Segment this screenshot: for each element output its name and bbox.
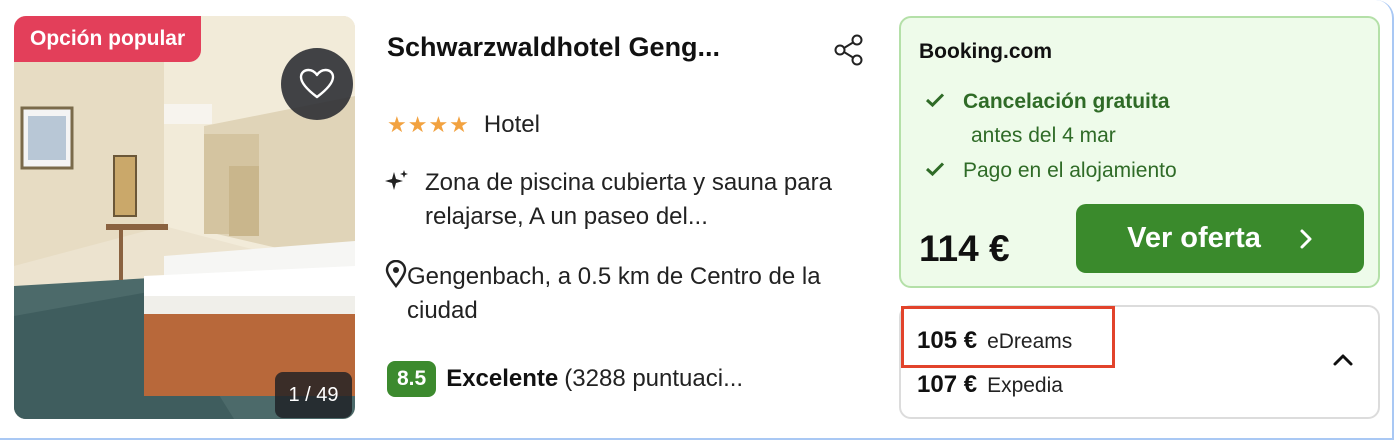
photo-counter: 1 / 49 (275, 372, 352, 418)
rating-score-badge: 8.5 (387, 361, 437, 397)
popular-badge: Opción popular (14, 16, 202, 62)
hotel-feature: Zona de piscina cubierta y sauna para re… (385, 166, 855, 234)
rating-count: (3288 puntuaci... (564, 365, 744, 392)
pay-at-property-perk: Pago en el alojamiento (925, 159, 1177, 183)
chevron-up-icon[interactable] (1330, 350, 1356, 370)
alt-offer-price: 107 € (917, 371, 978, 398)
hotel-type: Hotel (483, 111, 540, 138)
free-cancellation-perk: Cancelación gratuita (925, 90, 1170, 114)
perk-payment: Pago en el alojamiento (963, 159, 1177, 182)
favorite-button[interactable] (281, 48, 353, 120)
share-icon[interactable] (832, 33, 866, 67)
highlight-box (901, 306, 1115, 368)
heart-icon (299, 68, 335, 99)
offer-price: 114 € (919, 228, 1010, 269)
offer-provider: Booking.com (919, 40, 1053, 63)
perk-detail: antes del 4 mar (971, 124, 1116, 147)
checkmark-icon (925, 161, 945, 176)
hotel-photo[interactable]: Opción popular 1 / 49 (14, 16, 355, 419)
star-rating-icon: ★★★★ (387, 112, 470, 137)
location-text: Gengenbach, a 0.5 km de Centro de la ciu… (407, 263, 821, 324)
alt-offer-row[interactable]: 107 € Expedia (917, 371, 1063, 399)
guest-rating[interactable]: 8.5 Excelente (3288 puntuaci... (387, 361, 743, 397)
feature-text: Zona de piscina cubierta y sauna para re… (425, 169, 832, 230)
featured-offer[interactable]: Booking.com Cancelación gratuita antes d… (899, 16, 1380, 288)
chevron-right-icon (1300, 229, 1312, 248)
hotel-name[interactable]: Schwarzwaldhotel Geng... (387, 32, 807, 63)
location-pin-icon (385, 259, 407, 288)
alt-offer-site: Expedia (987, 374, 1063, 397)
hotel-result-card[interactable]: Opción popular 1 / 49 Schwarzwaldhotel G… (0, 0, 1394, 440)
checkmark-icon (925, 92, 945, 107)
perk-title: Cancelación gratuita (963, 90, 1170, 113)
view-offer-button[interactable]: Ver oferta (1076, 204, 1364, 273)
hotel-type-row: ★★★★ Hotel (387, 110, 540, 140)
hotel-location: Gengenbach, a 0.5 km de Centro de la ciu… (385, 259, 855, 328)
sparkle-icon (385, 170, 408, 190)
rating-label: Excelente (446, 365, 559, 392)
view-offer-label: Ver oferta (1127, 222, 1261, 254)
